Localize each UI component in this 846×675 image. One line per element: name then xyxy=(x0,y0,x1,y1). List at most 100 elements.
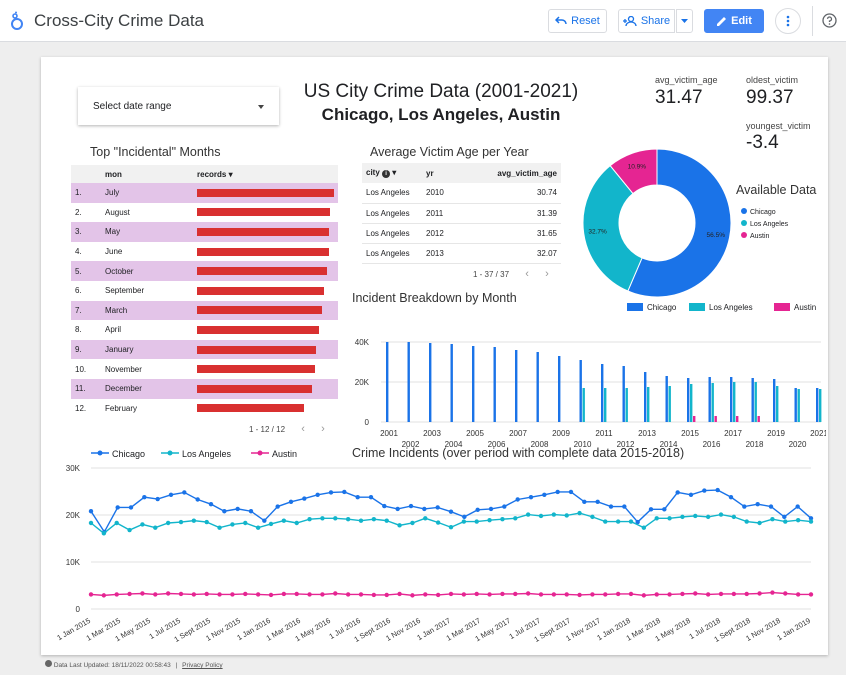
records-cell xyxy=(193,222,338,242)
edit-button[interactable]: Edit xyxy=(704,9,764,33)
point-chicago xyxy=(448,509,454,514)
records-column-header[interactable]: records ▾ xyxy=(193,165,338,183)
point-los-angeles xyxy=(808,519,814,524)
avg-age-cell: 31.39 xyxy=(472,203,561,224)
point-los-angeles xyxy=(230,522,235,527)
x-tick-label: 2013 xyxy=(638,429,656,438)
prev-page-icon[interactable]: ‹ xyxy=(301,423,305,435)
point-austin xyxy=(641,593,647,598)
reset-button[interactable]: Reset xyxy=(548,9,607,33)
yr-column-header[interactable]: yr xyxy=(422,163,472,183)
bar-chicago-2020 xyxy=(794,388,797,422)
point-los-angeles xyxy=(358,518,364,523)
month-cell: February xyxy=(105,403,138,413)
x-tick-label: 1 Nov 2018 xyxy=(744,616,782,643)
point-austin xyxy=(101,593,107,598)
next-page-icon[interactable]: › xyxy=(545,268,549,280)
point-chicago xyxy=(528,494,534,500)
point-austin xyxy=(757,591,762,596)
point-los-angeles xyxy=(680,514,685,520)
avg-age-cell: 31.65 xyxy=(472,223,561,244)
records-bar xyxy=(197,365,315,374)
point-austin xyxy=(744,591,749,597)
point-los-angeles xyxy=(345,517,351,522)
city-column-header[interactable]: city i ▾ xyxy=(362,163,422,183)
point-chicago xyxy=(422,506,427,512)
legend-line-marker xyxy=(161,450,179,456)
point-los-angeles xyxy=(783,519,788,524)
mon-column-header[interactable]: mon xyxy=(101,165,193,183)
privacy-policy-link[interactable]: Privacy Policy xyxy=(182,662,222,669)
page-subtitle: Chicago, Los Angeles, Austin xyxy=(321,105,561,124)
point-austin xyxy=(615,591,621,597)
legend-dot xyxy=(741,232,747,238)
point-austin xyxy=(525,591,531,596)
date-range-control[interactable]: Select date range xyxy=(78,87,279,125)
help-icon[interactable] xyxy=(822,13,837,28)
table-row: 7. March xyxy=(71,300,338,321)
bar-chicago-2007 xyxy=(515,350,518,422)
bar-chicago-2004 xyxy=(450,344,453,422)
bar-chicago-2014 xyxy=(665,376,668,422)
legend-label: Los Angeles xyxy=(709,303,753,312)
donut-legend-title: Available Data xyxy=(736,183,817,197)
bar-chicago-2011 xyxy=(601,364,604,422)
point-chicago xyxy=(342,489,347,495)
row-number: 11. xyxy=(71,378,101,399)
point-chicago xyxy=(302,496,307,501)
sort-desc-icon: ▾ xyxy=(228,169,233,179)
point-los-angeles xyxy=(435,520,441,525)
point-los-angeles xyxy=(191,518,197,523)
month-cell: April xyxy=(105,325,122,335)
x-tick-label: 1 Nov 2017 xyxy=(564,616,602,643)
point-chicago xyxy=(288,499,294,505)
more-options-button[interactable] xyxy=(775,8,801,34)
point-austin xyxy=(204,591,209,597)
pager-text: 1 - 37 / 37 xyxy=(473,270,510,279)
table-row: 3. May xyxy=(71,222,338,242)
next-page-icon[interactable]: › xyxy=(321,423,325,435)
point-chicago xyxy=(595,499,600,505)
legend-label: Los Angeles xyxy=(182,449,232,459)
point-chicago xyxy=(475,507,480,513)
records-bar xyxy=(197,384,313,393)
point-los-angeles xyxy=(667,516,672,521)
youngest-victim-label: youngest_victim xyxy=(746,121,811,131)
share-button[interactable]: Share xyxy=(618,9,675,33)
top-months-rows: 1. July 2. August 3. May 4. June 5. October 6. Sept… xyxy=(71,183,338,418)
point-austin xyxy=(564,592,569,597)
point-los-angeles xyxy=(410,520,415,526)
y-tick-label: 10K xyxy=(66,558,81,567)
x-tick-label: 2020 xyxy=(789,440,807,449)
point-los-angeles xyxy=(500,517,505,522)
point-chicago xyxy=(782,514,787,520)
bar-chicago-2002 xyxy=(407,342,410,422)
point-chicago xyxy=(488,506,494,512)
point-austin xyxy=(333,591,338,596)
row-number: 4. xyxy=(75,247,82,257)
point-los-angeles xyxy=(204,519,209,525)
bar-los-angeles-2020 xyxy=(797,389,800,422)
point-los-angeles xyxy=(371,517,377,522)
table-row: 8. April xyxy=(71,320,338,340)
records-cell xyxy=(193,281,338,301)
point-chicago xyxy=(328,490,334,495)
prev-page-icon[interactable]: ‹ xyxy=(525,268,529,280)
legend-item-austin: Austin xyxy=(251,449,297,459)
bar-austin-2015 xyxy=(693,416,696,422)
point-los-angeles xyxy=(628,519,634,524)
table-row: 12. February xyxy=(71,399,338,419)
legend-label: Austin xyxy=(272,449,298,459)
line-los-angeles xyxy=(90,512,812,535)
records-bar xyxy=(197,227,329,236)
point-los-angeles xyxy=(384,518,389,523)
records-bar xyxy=(197,247,329,256)
avg-victim-age-column-header[interactable]: avg_victim_age xyxy=(472,163,561,183)
x-tick-label: 2017 xyxy=(724,429,742,438)
records-bar xyxy=(197,306,322,315)
point-austin xyxy=(680,591,685,597)
oldest-victim-label: oldest_victim xyxy=(746,75,799,85)
legend-item-austin: Austin xyxy=(741,232,769,240)
point-los-angeles xyxy=(770,517,775,522)
share-dropdown-button[interactable] xyxy=(676,9,693,33)
